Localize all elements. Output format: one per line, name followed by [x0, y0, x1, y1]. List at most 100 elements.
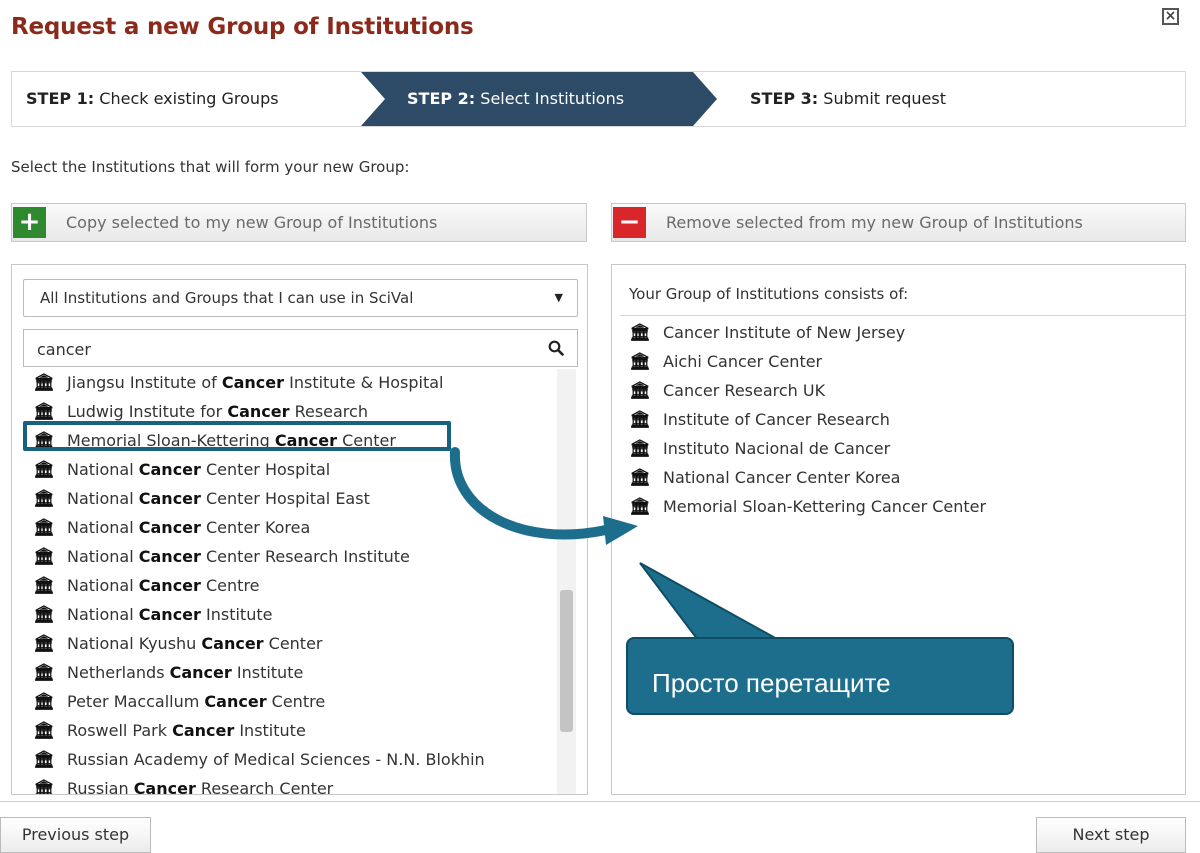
search-field[interactable] [23, 329, 578, 368]
result-text: Center Hospital East [200, 489, 370, 508]
result-text: Center [336, 431, 396, 450]
result-text: National [67, 489, 139, 508]
institution-icon: 🏛 [629, 410, 651, 430]
institution-icon: 🏛 [33, 634, 55, 654]
result-text: Center Korea [200, 518, 311, 537]
group-item[interactable]: 🏛 Instituto Nacional de Cancer [629, 434, 890, 463]
new-group-panel: Your Group of Institutions consists of: … [611, 264, 1186, 795]
result-item[interactable]: 🏛 National Cancer Center Hospital East [33, 484, 370, 513]
institution-icon: 🏛 [33, 373, 55, 393]
result-text: National [67, 518, 139, 537]
result-item[interactable]: 🏛 Jiangsu Institute of Cancer Institute &… [33, 368, 444, 397]
result-item[interactable]: 🏛 Peter Maccallum Cancer Centre [33, 687, 325, 716]
result-item[interactable]: 🏛 Ludwig Institute for Cancer Research [33, 397, 368, 426]
result-match-highlight: Cancer [138, 460, 201, 479]
institution-icon: 🏛 [33, 721, 55, 741]
search-input[interactable] [24, 330, 549, 368]
result-text: National [67, 576, 139, 595]
group-item-label: Instituto Nacional de Cancer [663, 439, 891, 458]
group-item[interactable]: 🏛 Memorial Sloan-Kettering Cancer Center [629, 492, 986, 521]
result-text: Netherlands [67, 663, 170, 682]
group-item-label: Memorial Sloan-Kettering Cancer Center [663, 497, 987, 516]
copy-selected-button[interactable]: + Copy selected to my new Group of Insti… [11, 203, 587, 242]
institution-icon: 🏛 [33, 663, 55, 683]
instruction-text: Select the Institutions that will form y… [11, 158, 410, 176]
result-text: Institute [200, 605, 273, 624]
result-item[interactable]: 🏛 National Cancer Centre [33, 571, 260, 600]
result-text: Institute [234, 721, 306, 740]
result-text: National Kyushu [67, 634, 202, 653]
result-item[interactable]: 🏛 National Cancer Center Research Institu… [33, 542, 410, 571]
result-text: Jiangsu Institute of [67, 373, 222, 392]
institution-filter-select[interactable]: All Institutions and Groups that I can u… [23, 279, 578, 317]
result-match-highlight: Cancer [274, 431, 337, 450]
remove-button-label: Remove selected from my new Group of Ins… [666, 213, 1083, 232]
result-match-highlight: Cancer [138, 576, 201, 595]
plus-icon: + [13, 207, 46, 238]
result-text: Centre [266, 692, 326, 711]
minus-icon: − [613, 207, 646, 238]
result-item[interactable]: 🏛 National Cancer Center Korea [33, 513, 310, 542]
result-match-highlight: Cancer [138, 518, 201, 537]
result-match-highlight: Cancer [172, 721, 235, 740]
institution-icon: 🏛 [33, 605, 55, 625]
result-item[interactable]: 🏛 National Cancer Center Hospital [33, 455, 330, 484]
result-match-highlight: Cancer [138, 547, 201, 566]
group-item-label: National Cancer Center Korea [663, 468, 901, 487]
copy-button-label: Copy selected to my new Group of Institu… [66, 213, 438, 232]
result-text: Center Research Institute [200, 547, 410, 566]
result-match-highlight: Cancer [169, 663, 232, 682]
result-item[interactable]: 🏛 Netherlands Cancer Institute [33, 658, 303, 687]
result-text: Ludwig Institute for [67, 402, 228, 421]
result-item[interactable]: 🏛 Russian Cancer Research Center [33, 774, 333, 794]
result-match-highlight: Cancer [138, 489, 201, 508]
group-item[interactable]: 🏛 Institute of Cancer Research [629, 405, 890, 434]
institution-icon: 🏛 [33, 692, 55, 712]
result-text: Institute [231, 663, 304, 682]
institution-icon: 🏛 [33, 750, 55, 770]
previous-step-button[interactable]: Previous step [0, 817, 151, 853]
result-item[interactable]: 🏛 National Cancer Institute [33, 600, 272, 629]
institution-icon: 🏛 [33, 518, 55, 538]
search-icon[interactable] [548, 340, 564, 356]
result-text: National [67, 547, 139, 566]
result-text: Center Hospital [200, 460, 331, 479]
group-item[interactable]: 🏛 Aichi Cancer Center [629, 347, 822, 376]
institution-icon: 🏛 [33, 547, 55, 567]
dropdown-arrow-icon: ▼ [554, 291, 563, 304]
institution-icon: 🏛 [629, 381, 651, 401]
group-item-label: Aichi Cancer Center [663, 352, 823, 371]
institution-icon: 🏛 [33, 779, 55, 794]
result-text: Memorial Sloan-Kettering [67, 431, 275, 450]
group-divider [620, 315, 1185, 316]
group-item-label: Cancer Research UK [663, 381, 826, 400]
group-item[interactable]: 🏛 Cancer Institute of New Jersey [629, 318, 905, 347]
group-item[interactable]: 🏛 Cancer Research UK [629, 376, 825, 405]
result-text: Research Center [195, 779, 334, 794]
result-match-highlight: Cancer [138, 605, 201, 624]
results-scrollbar-thumb[interactable] [560, 590, 573, 732]
result-text: National [67, 605, 139, 624]
institution-icon: 🏛 [33, 576, 55, 596]
step-2: STEP 2: Select Institutions [407, 89, 625, 108]
drag-hint-text: Просто перетащите [652, 668, 891, 698]
filter-selected-value: All Institutions and Groups that I can u… [40, 289, 414, 307]
result-match-highlight: Cancer [221, 373, 285, 392]
result-text: Center [263, 634, 323, 653]
institution-icon: 🏛 [629, 323, 651, 343]
remove-selected-button[interactable]: − Remove selected from my new Group of I… [611, 203, 1186, 242]
result-text: Peter Maccallum [67, 692, 205, 711]
result-item[interactable]: 🏛 Memorial Sloan-Kettering Cancer Center [33, 426, 396, 455]
result-item[interactable]: 🏛 National Kyushu Cancer Center [33, 629, 323, 658]
result-text: Russian [67, 779, 134, 794]
step-3: STEP 3: Submit request [750, 89, 946, 108]
institution-icon: 🏛 [629, 497, 651, 517]
institution-icon: 🏛 [629, 439, 651, 459]
result-item[interactable]: 🏛 Russian Academy of Medical Sciences - N… [33, 745, 485, 774]
close-icon[interactable]: × [1162, 8, 1179, 25]
group-item[interactable]: 🏛 National Cancer Center Korea [629, 463, 900, 492]
next-step-button[interactable]: Next step [1036, 817, 1186, 853]
result-match-highlight: Cancer [204, 692, 267, 711]
result-item[interactable]: 🏛 Roswell Park Cancer Institute [33, 716, 306, 745]
step-1: STEP 1: Check existing Groups [26, 89, 279, 108]
